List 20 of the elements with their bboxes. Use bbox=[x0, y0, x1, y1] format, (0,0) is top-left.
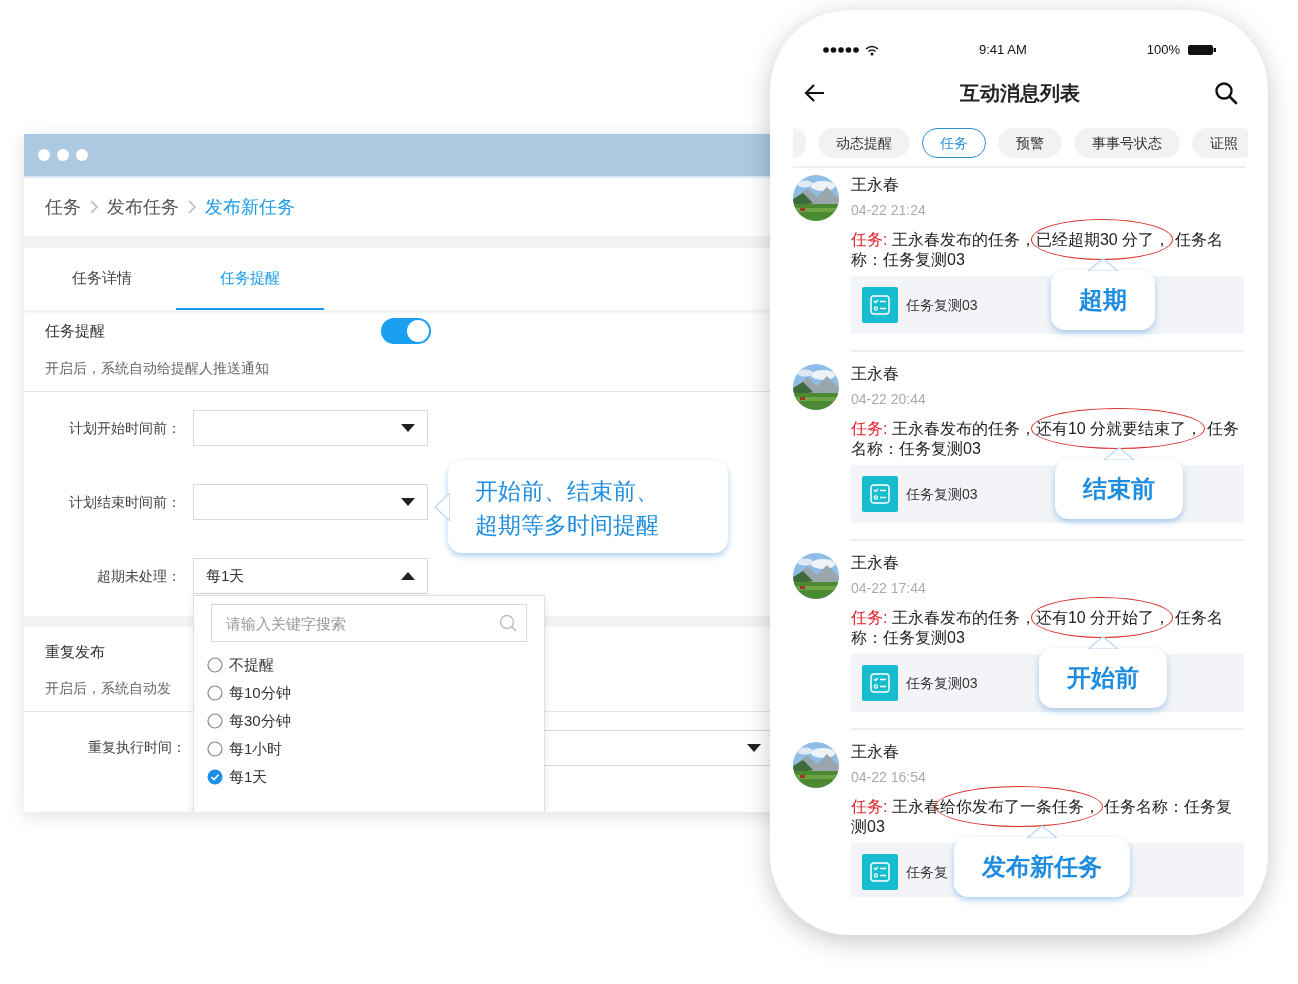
message-time: 04-22 17:44 bbox=[851, 579, 927, 597]
section-label: 重复发布 bbox=[45, 643, 105, 660]
message-time: 04-22 21:24 bbox=[851, 201, 927, 219]
section-description: 开启后，系统自动发 bbox=[45, 679, 171, 696]
field-label: 计划开始时间前： bbox=[68, 418, 181, 438]
sender-name: 王永春 bbox=[851, 553, 900, 573]
section-description: 开启后，系统自动给提醒人推送通知 bbox=[45, 360, 269, 376]
sender-name: 王永春 bbox=[851, 364, 900, 384]
field-label: 超期未处理： bbox=[96, 566, 181, 586]
field-label: 计划结束时间前： bbox=[68, 492, 181, 512]
message-time: 04-22 16:54 bbox=[851, 768, 927, 786]
status-time: 9:41 AM bbox=[979, 41, 1027, 60]
message-time: 04-22 20:44 bbox=[851, 390, 927, 408]
hint-tooltip: 开始前、结束前、 超期等多时间提醒 bbox=[448, 460, 728, 553]
screen-title: 互动消息列表 bbox=[959, 81, 1080, 106]
field-label: 重复执行时间： bbox=[86, 738, 186, 757]
section-label: 任务提醒 bbox=[45, 320, 106, 341]
sender-name: 王永春 bbox=[851, 175, 900, 195]
battery-level: 100% bbox=[1146, 41, 1180, 60]
sender-name: 王永春 bbox=[851, 742, 900, 762]
